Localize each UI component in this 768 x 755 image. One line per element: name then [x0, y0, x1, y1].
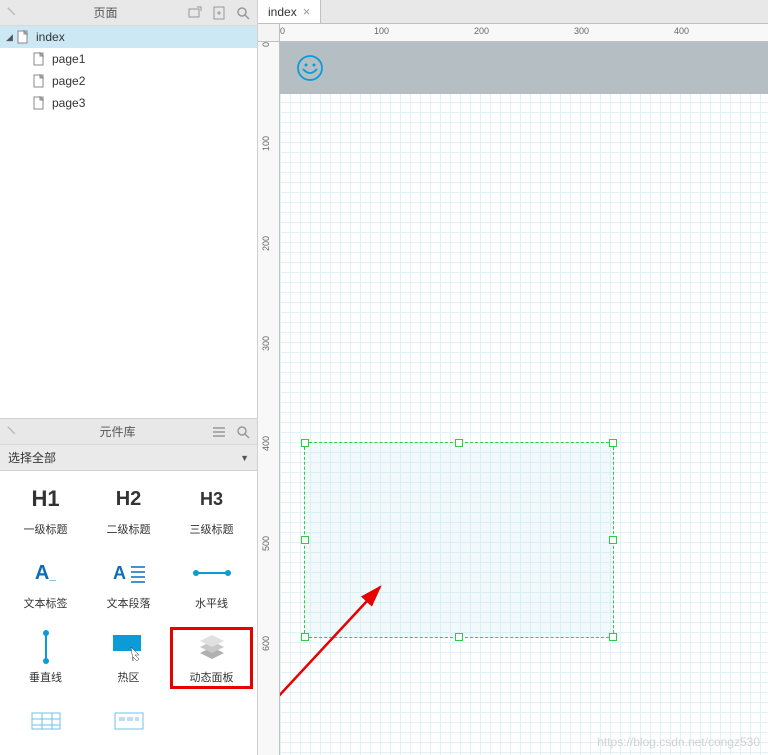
ruler-tick: 200 — [261, 236, 271, 251]
ruler-tick: 300 — [574, 26, 589, 36]
widget-library-panel: 元件库 选择全部 ▼ H1 一级标题 H2 二级标题 H3 三级标题 — [0, 418, 258, 755]
resize-handle-tl[interactable] — [301, 439, 309, 447]
resize-handle-tr[interactable] — [609, 439, 617, 447]
widget-hot-zone[interactable]: 热区 — [87, 627, 170, 689]
widget-text-label[interactable]: A_ 文本标签 — [4, 553, 87, 615]
library-selector-text: 选择全部 — [8, 449, 240, 466]
widget-label: 文本标签 — [24, 595, 68, 611]
tree-item-page2[interactable]: page2 — [0, 70, 257, 92]
page-icon — [16, 30, 30, 44]
tab-label: index — [268, 5, 297, 19]
resize-handle-ml[interactable] — [301, 536, 309, 544]
resize-handle-mr[interactable] — [609, 536, 617, 544]
hamburger-icon[interactable] — [211, 424, 227, 440]
vertical-line-icon — [22, 631, 70, 663]
widget-label: 垂直线 — [29, 669, 62, 685]
ruler-tick: 0 — [280, 26, 285, 36]
ruler-tick: 400 — [261, 436, 271, 451]
header-widget[interactable] — [280, 42, 768, 94]
widget-label: 动态面板 — [190, 669, 234, 685]
tab-bar: index × — [258, 0, 768, 24]
ruler-tick: 100 — [261, 136, 271, 151]
library-selector[interactable]: 选择全部 ▼ — [0, 445, 257, 471]
tree-item-page1[interactable]: page1 — [0, 48, 257, 70]
h1-icon: H1 — [22, 483, 70, 515]
tree-item-page3[interactable]: page3 — [0, 92, 257, 114]
tree-item-label: index — [36, 30, 65, 44]
horizontal-ruler[interactable]: 0 100 200 300 400 — [280, 24, 768, 42]
h3-icon: H3 — [188, 483, 236, 515]
pages-panel-header: 页面 — [0, 0, 257, 26]
ruler-tick: 300 — [261, 336, 271, 351]
dropdown-arrow-icon: ▼ — [240, 453, 249, 463]
lib-panel-title: 元件库 — [24, 423, 211, 440]
widget-h3[interactable]: H3 三级标题 — [170, 479, 253, 541]
widget-extra-2[interactable] — [87, 701, 170, 747]
resize-handle-bl[interactable] — [301, 633, 309, 641]
widget-label: 热区 — [118, 669, 140, 685]
widget-paragraph[interactable]: A 文本段落 — [87, 553, 170, 615]
search-icon[interactable] — [235, 5, 251, 21]
resize-handle-bm[interactable] — [455, 633, 463, 641]
svg-text:A: A — [113, 563, 126, 583]
canvas-area: index × 0 100 200 300 400 0 100 200 300 … — [258, 0, 768, 755]
widget-label: 一级标题 — [24, 521, 68, 537]
resize-handle-tm[interactable] — [455, 439, 463, 447]
dynamic-panel-instance[interactable] — [304, 442, 614, 638]
pages-panel-title: 页面 — [24, 4, 187, 21]
ruler-tick: 200 — [474, 26, 489, 36]
dynamic-panel-icon — [188, 631, 236, 663]
close-icon[interactable]: × — [303, 4, 311, 19]
tree-item-label: page1 — [52, 52, 85, 66]
add-page-icon[interactable] — [211, 5, 227, 21]
tab-index[interactable]: index × — [258, 0, 321, 23]
widget-grid: H1 一级标题 H2 二级标题 H3 三级标题 A_ 文本标签 A 文本段落 水… — [0, 471, 257, 755]
add-folder-icon[interactable] — [187, 5, 203, 21]
ruler-tick: 100 — [374, 26, 389, 36]
widget-label: 水平线 — [195, 595, 228, 611]
page-tree: ◢ index page1 page2 page3 — [0, 26, 257, 418]
paragraph-icon: A — [105, 557, 153, 589]
ruler-corner — [258, 24, 280, 42]
expand-arrow-icon[interactable]: ◢ — [6, 32, 16, 43]
text-label-icon: A_ — [22, 557, 70, 589]
ruler-tick: 400 — [674, 26, 689, 36]
ruler-tick: 600 — [261, 636, 271, 651]
search-icon[interactable] — [235, 424, 251, 440]
tree-item-label: page2 — [52, 74, 85, 88]
lib-panel-header: 元件库 — [0, 419, 257, 445]
canvas-viewport[interactable] — [280, 42, 768, 755]
vertical-ruler[interactable]: 0 100 200 300 400 500 600 — [258, 42, 280, 755]
widget-h2[interactable]: H2 二级标题 — [87, 479, 170, 541]
widget-label: 二级标题 — [107, 521, 151, 537]
resize-handle-br[interactable] — [609, 633, 617, 641]
widget-horizontal-line[interactable]: 水平线 — [170, 553, 253, 615]
page-icon — [32, 52, 46, 66]
pin-icon[interactable] — [6, 6, 20, 20]
pages-panel: 页面 ◢ index page1 page2 p — [0, 0, 258, 418]
widget-vertical-line[interactable]: 垂直线 — [4, 627, 87, 689]
ruler-tick: 500 — [261, 536, 271, 551]
pin-icon[interactable] — [6, 425, 20, 439]
horizontal-line-icon — [188, 557, 236, 589]
page-icon — [32, 96, 46, 110]
smiley-icon[interactable] — [296, 54, 324, 82]
widget-extra-1[interactable] — [4, 701, 87, 747]
widget-label: 文本段落 — [107, 595, 151, 611]
iframe-icon — [105, 705, 153, 737]
repeater-icon — [22, 705, 70, 737]
ruler-tick: 0 — [261, 42, 271, 47]
page-icon — [32, 74, 46, 88]
watermark: https://blog.csdn.net/congz530 — [597, 735, 760, 749]
widget-dynamic-panel[interactable]: 动态面板 — [170, 627, 253, 689]
tree-item-label: page3 — [52, 96, 85, 110]
widget-h1[interactable]: H1 一级标题 — [4, 479, 87, 541]
tree-item-index[interactable]: ◢ index — [0, 26, 257, 48]
h2-icon: H2 — [105, 483, 153, 515]
widget-label: 三级标题 — [190, 521, 234, 537]
hot-zone-icon — [105, 631, 153, 663]
